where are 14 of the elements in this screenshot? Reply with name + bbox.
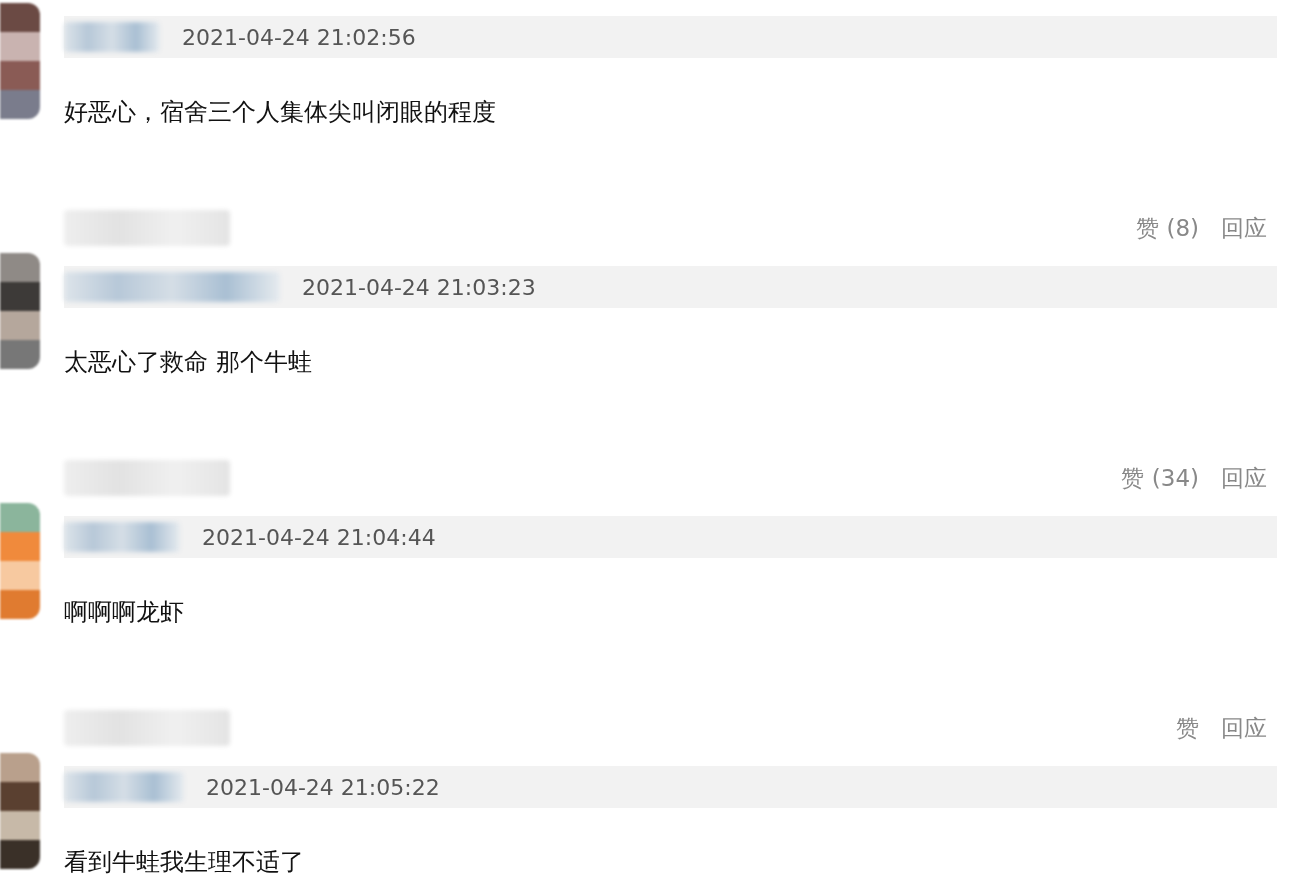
reply-link[interactable]: 回应 bbox=[1221, 462, 1267, 494]
comment-text: 太恶心了救命 那个牛蛙 bbox=[64, 347, 313, 378]
comment-time: 2021-04-24 21:04:44 bbox=[202, 524, 436, 550]
comment-text: 看到牛蛙我生理不适了 bbox=[64, 847, 305, 878]
comment-time: 2021-04-24 21:03:23 bbox=[302, 274, 536, 300]
reply-link[interactable]: 回应 bbox=[1221, 712, 1267, 744]
comment-text: 好恶心，宿舍三个人集体尖叫闭眼的程度 bbox=[64, 97, 497, 128]
like-link[interactable]: 赞 bbox=[1176, 712, 1199, 744]
comment-time: 2021-04-24 21:02:56 bbox=[182, 24, 416, 50]
like-link[interactable]: 赞 (8) bbox=[1136, 212, 1199, 244]
reply-link[interactable]: 回应 bbox=[1221, 212, 1267, 244]
comment-text: 啊啊啊龙虾 bbox=[64, 597, 185, 628]
comment-time: 2021-04-24 21:05:22 bbox=[206, 774, 440, 800]
like-link[interactable]: 赞 (34) bbox=[1121, 462, 1199, 494]
